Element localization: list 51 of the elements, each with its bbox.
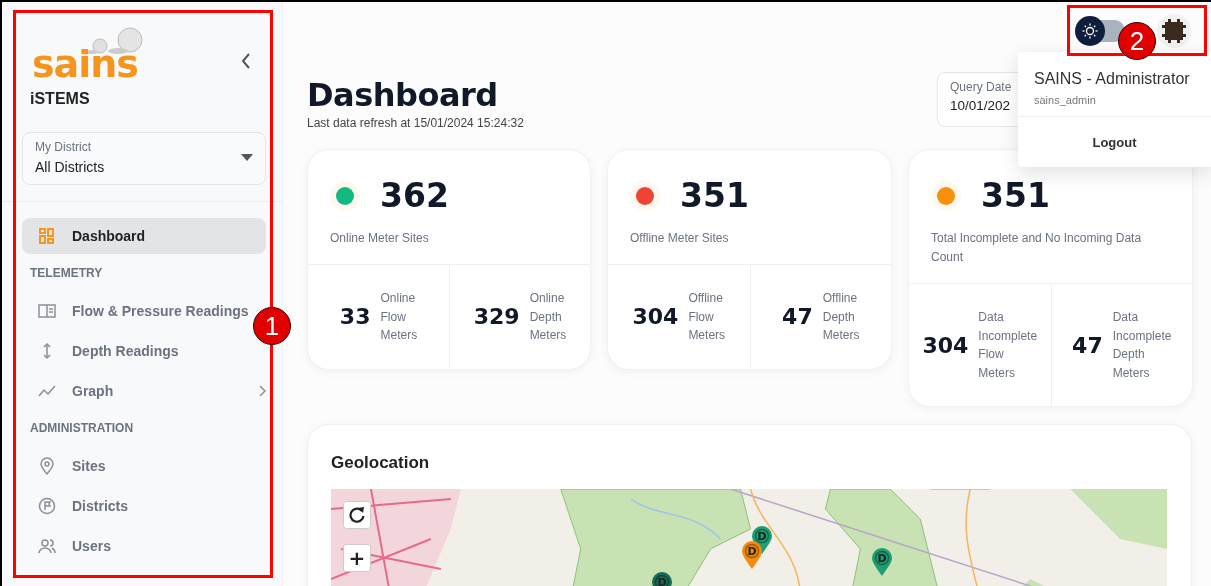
stat-label: Total Incomplete and No Incoming Data Count: [931, 230, 1143, 266]
page-title: Dashboard: [307, 76, 499, 114]
breakdown-value: 47: [1072, 332, 1103, 358]
breakdown-label: Data Incomplete Flow Meters: [978, 309, 1038, 382]
nav-item[interactable]: Sites: [22, 448, 106, 484]
user-name: SAINS - Administrator: [1034, 70, 1191, 88]
nav-item[interactable]: Flow & Pressure Readings: [22, 293, 249, 329]
nav-item[interactable]: Districts: [22, 488, 129, 524]
avatar[interactable]: [1157, 14, 1191, 48]
nav-section-heading: ADMINISTRATION: [29, 420, 135, 437]
map-marker[interactable]: D: [871, 547, 893, 577]
district-select[interactable]: My District All Districts: [22, 132, 266, 185]
menu-item[interactable]: Logout: [1018, 117, 1211, 167]
grid-icon: [38, 227, 56, 245]
breakdown-label: Offline Flow Meters: [688, 290, 726, 344]
username: sains_admin: [1034, 94, 1097, 106]
breakdown-label: Online Flow Meters: [380, 290, 418, 344]
nav-item[interactable]: Graph: [22, 373, 266, 409]
breakdown-value: 329: [473, 304, 520, 330]
refresh-note: Last data refresh at 15/01/2024 15:24:32: [307, 116, 524, 130]
breakdown-value: 304: [922, 332, 969, 358]
refresh-icon[interactable]: [343, 501, 371, 529]
breakdown-label: Online Depth Meters: [529, 290, 567, 344]
stat-label: Offline Meter Sites: [630, 230, 730, 247]
breakdown-value: 304: [632, 304, 679, 330]
stat-value: 351: [680, 176, 749, 215]
app-name: iSTEMS: [30, 90, 90, 108]
card-title: Geolocation: [331, 453, 431, 473]
sun-icon: [1082, 23, 1098, 39]
dropdown-caret-icon: [241, 154, 253, 161]
users-icon: [38, 537, 56, 555]
stat-value: 362: [380, 176, 449, 215]
nav-section-heading: TELEMETRY: [29, 265, 104, 282]
map-pin-icon: [38, 457, 56, 475]
map-marker[interactable]: D: [651, 571, 673, 586]
table-icon: [38, 302, 56, 320]
stat-value: 351: [981, 176, 1050, 215]
breakdown-label: Data Incomplete Depth Meters: [1112, 309, 1172, 382]
brand-logo: sains: [30, 24, 149, 80]
map-marker[interactable]: D: [741, 540, 763, 570]
breakdown-value: 33: [339, 304, 371, 330]
zoom-button[interactable]: +: [343, 544, 371, 572]
flag-circle-icon: [38, 497, 56, 515]
nav-item[interactable]: Depth Readings: [22, 333, 179, 369]
nav-item[interactable]: Dashboard: [22, 218, 266, 254]
breakdown-value: 47: [782, 304, 813, 330]
breakdown-label: Offline Depth Meters: [822, 290, 860, 344]
chevron-left-icon[interactable]: [240, 52, 252, 70]
stat-label: Online Meter Sites: [330, 230, 430, 247]
pattern-icon: [1162, 19, 1186, 43]
nav-item[interactable]: Users: [22, 528, 111, 564]
